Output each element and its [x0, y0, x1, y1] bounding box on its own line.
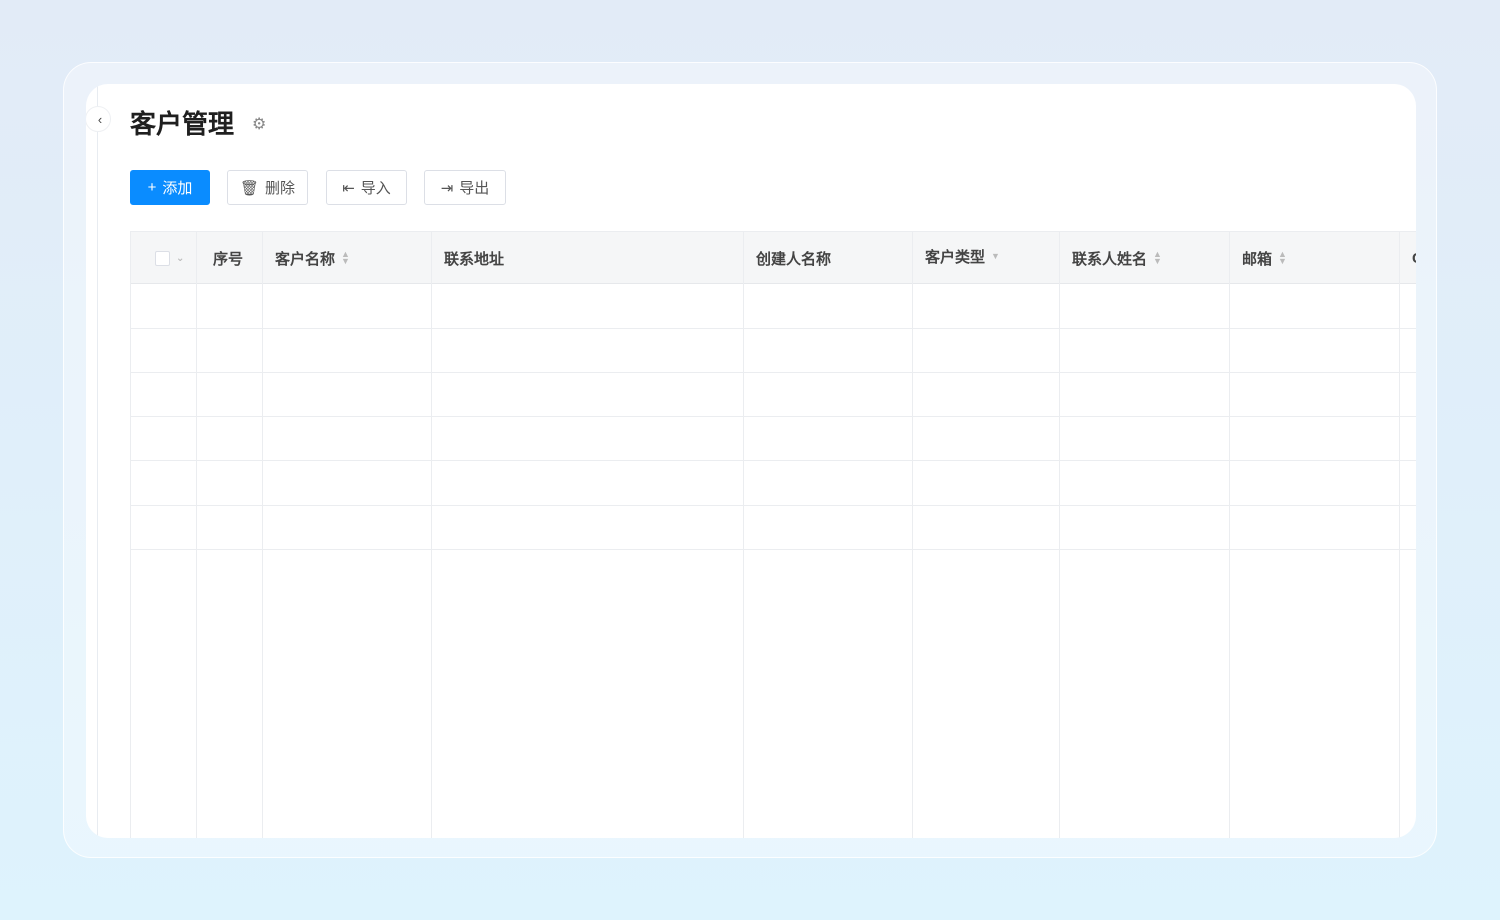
main-card: ‹ 客户管理 ⚙ + 添加 🗑 删除 ⇤ 导入 ⇥ 导出 ⌄ 序号 客户名称 ▲ ▼ 联系地…: [86, 84, 1416, 838]
add-label: 添加: [162, 180, 193, 197]
col-divider: [1059, 232, 1060, 838]
col-address: 联系地址: [432, 232, 504, 284]
trash-icon: 🗑: [239, 179, 260, 197]
col-divider: [431, 232, 432, 838]
col-divider: [262, 232, 263, 838]
col-label: 客户名称: [275, 250, 336, 268]
col-divider: [912, 232, 913, 838]
sidebar-edge: [97, 84, 98, 838]
select-all[interactable]: ⌄: [143, 232, 184, 284]
page-title: 客户管理: [130, 109, 235, 139]
table-row: [131, 416, 1416, 417]
col-contact-name[interactable]: 联系人姓名 ▲ ▼: [1060, 232, 1162, 284]
add-button[interactable]: + 添加: [130, 170, 210, 205]
table-row: [131, 505, 1416, 506]
col-index: 序号: [201, 232, 243, 284]
customer-table: ⌄ 序号 客户名称 ▲ ▼ 联系地址 创建人名称 客户类型 ▼ 联系人姓名 ▲ ▼ 邮箱 ▲…: [130, 231, 1416, 838]
table-row: [131, 328, 1416, 329]
export-button[interactable]: ⇥ 导出: [424, 170, 506, 205]
col-customer-name[interactable]: 客户名称 ▲ ▼: [263, 232, 350, 284]
select-all-checkbox[interactable]: [155, 250, 170, 266]
delete-button[interactable]: 🗑 删除: [227, 170, 308, 205]
plus-icon: +: [147, 179, 157, 196]
chevron-left-icon: ‹: [97, 111, 103, 127]
chevron-down-icon[interactable]: ⌄: [176, 253, 184, 264]
col-label: 联系人姓名: [1072, 250, 1148, 268]
col-divider: [1399, 232, 1400, 838]
table-header: ⌄ 序号 客户名称 ▲ ▼ 联系地址 创建人名称 客户类型 ▼ 联系人姓名 ▲ ▼ 邮箱 ▲…: [131, 232, 1416, 284]
col-email[interactable]: 邮箱 ▲ ▼: [1230, 232, 1287, 284]
import-button[interactable]: ⇤ 导入: [326, 170, 407, 205]
export-label: 导出: [459, 180, 490, 197]
col-clipped: C: [1400, 232, 1416, 284]
sort-icon[interactable]: ▲ ▼: [341, 250, 350, 266]
delete-label: 删除: [265, 180, 296, 197]
col-label: 邮箱: [1242, 250, 1273, 268]
filter-dropdown-icon[interactable]: ▼: [991, 251, 1000, 261]
sort-icon[interactable]: ▲ ▼: [1278, 250, 1287, 266]
col-divider: [1229, 232, 1230, 838]
col-label: 客户类型: [925, 248, 986, 266]
export-icon: ⇥: [440, 179, 454, 197]
col-label: 创建人名称: [756, 250, 832, 268]
gear-icon[interactable]: ⚙: [252, 114, 266, 134]
col-creator: 创建人名称: [744, 232, 831, 284]
sort-icon[interactable]: ▲ ▼: [1153, 250, 1162, 266]
col-label: 联系地址: [444, 250, 505, 268]
col-divider: [196, 232, 197, 838]
import-label: 导入: [360, 180, 391, 197]
col-customer-type[interactable]: 客户类型 ▼: [913, 232, 1000, 284]
table-row: [131, 460, 1416, 461]
import-icon: ⇤: [342, 179, 355, 197]
table-row: [131, 372, 1416, 373]
col-label: 序号: [213, 250, 244, 268]
collapse-sidebar-button[interactable]: ‹: [86, 106, 111, 132]
col-divider: [743, 232, 744, 838]
col-label: C: [1412, 250, 1416, 267]
table-row: [131, 549, 1416, 550]
